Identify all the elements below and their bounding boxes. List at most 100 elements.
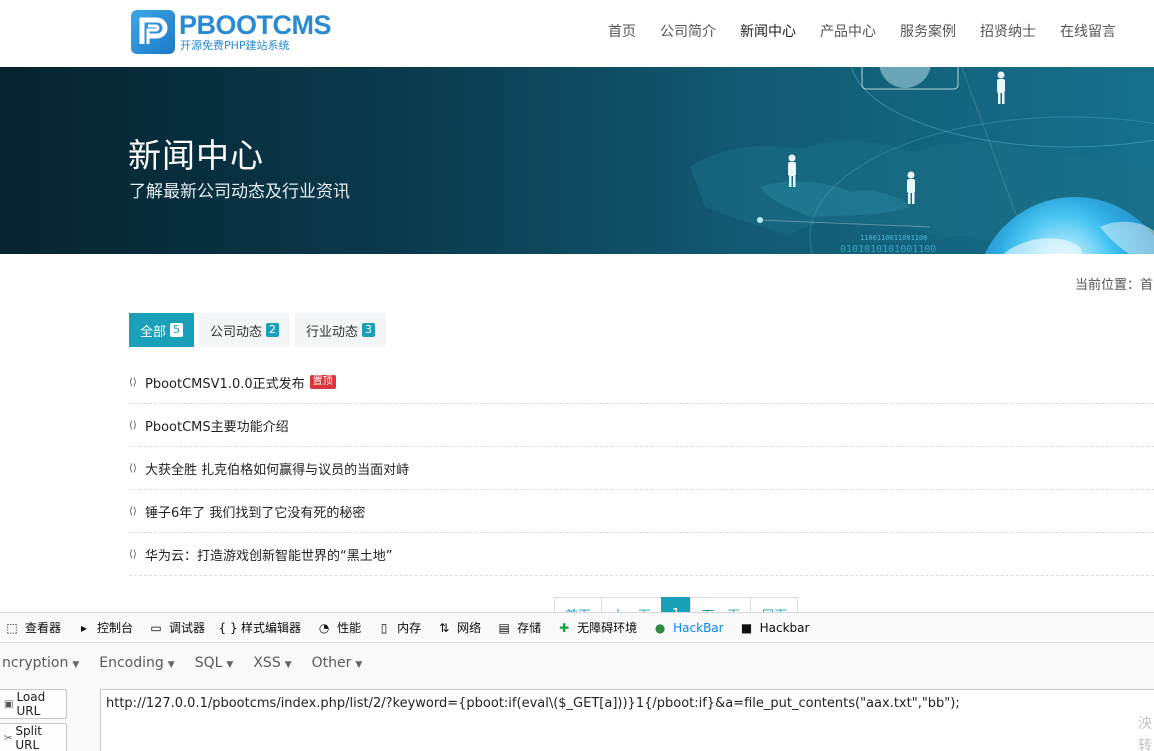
devtools-tabbar: ⬚ 查看器 ▸ 控制台 ▭ 调试器 { } 样式编辑器 ◔ 性能 ▯ 内存 ⇅ 网络 ▤ 存储 ✚ 无障碍环境 ● H… [0,613,1154,643]
performance-icon: ◔ [318,620,330,635]
devtools-tab-7[interactable]: ▤ 存储 [490,613,550,643]
banner: 1100110011001100 0101010101001100 新闻中心 了… [0,67,1154,254]
hackbar-menu: ncryption ▼ Encoding ▼ SQL ▼ XSS ▼ Other ▼ [0,647,372,679]
logo-name: PBOOTCMS [179,10,332,40]
banner-subtitle: 了解最新公司动态及行业资讯 [129,182,350,202]
url-textarea[interactable]: http://127.0.0.1/pbootcms/index.php/list… [100,689,1154,751]
nav-item-6[interactable]: 在线留言 [1048,22,1128,42]
code-arrows-icon: ⟨⟩ [129,376,137,388]
hackbar-menu-label: XSS [253,655,281,671]
devtools-tab-2[interactable]: ▭ 调试器 [142,613,214,643]
devtools-tab-label: 性能 [337,621,362,635]
pinned-badge: 置顶 [309,375,336,389]
category-tab-count-badge: 5 [170,323,184,337]
nav-item-0[interactable]: 首页 [596,22,648,42]
breadcrumb: 当前位置：首 [1075,278,1154,293]
load-url-label: Load URL [16,690,46,718]
devtools-tab-label: 网络 [457,621,482,635]
devtools-tab-0[interactable]: ⬚ 查看器 [0,613,70,643]
site-logo[interactable]: PBOOTCMS 开源免费PHP建站系统 [131,10,332,54]
hackbar-actions: ▣ Load URL ✂ Split URL [0,689,67,751]
hackbar-green-icon: ● [654,620,666,635]
devtools-tab-8[interactable]: ✚ 无障碍环境 [550,613,646,643]
category-tab-label: 公司动态 [210,324,263,340]
devtools-tab-label: 样式编辑器 [241,621,302,635]
site-header: PBOOTCMS 开源免费PHP建站系统 首页 公司简介 新闻中心 产品中心 服务案例招… [0,0,1154,67]
news-list: ⟨⟩ PbootCMSV1.0.0正式发布 置顶 ⟨⟩ PbootCMS主要功能介绍 ⟨⟩… [129,361,1154,576]
split-url-button[interactable]: ✂ Split URL [0,723,67,751]
category-tab-label: 全部 [140,324,167,340]
news-list-item[interactable]: ⟨⟩ PbootCMSV1.0.0正式发布 置顶 [129,361,1154,404]
banner-title: 新闻中心 [128,136,264,175]
hackbar-menu-0[interactable]: ncryption ▼ [0,655,89,671]
category-tab-label: 行业动态 [306,324,359,340]
news-list-item[interactable]: ⟨⟩ PbootCMS主要功能介绍 [129,404,1154,447]
nav-item-4[interactable]: 服务案例 [888,22,968,42]
category-tab-count-badge: 3 [362,323,376,337]
inspector-icon: ⬚ [6,620,18,635]
nav-item-5[interactable]: 招贤纳士 [968,22,1048,42]
binary-text-1: 1100110011001100 [860,234,927,242]
logo-subtitle: 开源免费PHP建站系统 [180,39,290,52]
news-title: 华为云：打造游戏创新智能世界的“黑土地” [145,548,393,564]
side-note: 泱 转 [1138,716,1152,751]
storage-icon: ▤ [498,620,510,635]
logo-mark-icon [131,10,175,54]
style-editor-icon: { } [218,620,238,635]
devtools-tab-label: HackBar [673,620,724,635]
nav-item-3[interactable]: 产品中心 [808,22,888,42]
split-url-icon: ✂ [4,732,13,744]
news-title: PbootCMS主要功能介绍 [145,419,289,435]
devtools-tab-4[interactable]: ◔ 性能 [310,613,370,643]
hackbar-menu-label: Encoding [99,655,164,671]
chevron-down-icon: ▼ [226,660,234,670]
devtools-tab-1[interactable]: ▸ 控制台 [70,613,142,643]
devtools-tab-label: 查看器 [25,621,62,635]
news-list-item[interactable]: ⟨⟩ 锤子6年了 我们找到了它没有死的秘密 [129,490,1154,533]
load-url-button[interactable]: ▣ Load URL [0,689,67,719]
news-title: 大获全胜 扎克伯格如何赢得与议员的当面对峙 [145,462,410,478]
devtools-tab-6[interactable]: ⇅ 网络 [430,613,490,643]
memory-icon: ▯ [380,620,388,635]
devtools-tab-9[interactable]: ● HackBar [646,613,732,643]
hackbar-menu-label: SQL [194,655,223,671]
hackbar-menu-4[interactable]: Other ▼ [302,655,373,671]
hackbar-menu-1[interactable]: Encoding ▼ [89,655,184,671]
nav-item-1[interactable]: 公司简介 [648,22,728,42]
category-tab-0[interactable]: 全部 5 [129,313,195,347]
devtools-tab-label: 内存 [397,621,422,635]
hackbar-lock-icon: ■ [740,620,753,635]
category-tab-count-badge: 2 [266,323,280,337]
accessibility-icon: ✚ [559,620,570,635]
page-root: PBOOTCMS 开源免费PHP建站系统 首页 公司简介 新闻中心 产品中心 服务案例招… [0,0,1154,751]
nav-item-2[interactable]: 新闻中心 [728,22,808,42]
network-icon: ⇅ [439,620,450,635]
chevron-down-icon: ▼ [284,660,292,670]
code-arrows-icon: ⟨⟩ [129,462,137,474]
news-list-item[interactable]: ⟨⟩ 华为云：打造游戏创新智能世界的“黑土地” [129,533,1154,576]
chevron-down-icon: ▼ [167,660,175,670]
devtools-tab-label: 控制台 [97,621,134,635]
code-arrows-icon: ⟨⟩ [129,419,137,431]
news-title: PbootCMSV1.0.0正式发布 [145,376,305,392]
category-tabs: 全部 5 公司动态 2 行业动态 3 [129,313,391,347]
debugger-icon: ▭ [150,620,162,635]
binary-text-2: 0101010101001100 [840,244,936,254]
news-list-item[interactable]: ⟨⟩ 大获全胜 扎克伯格如何赢得与议员的当面对峙 [129,447,1154,490]
hackbar-menu-label: Other [311,655,352,671]
hackbar-menu-label: ncryption [2,655,69,671]
category-tab-2[interactable]: 行业动态 3 [295,313,387,347]
category-tab-1[interactable]: 公司动态 2 [199,313,291,347]
devtools-tab-3[interactable]: { } 样式编辑器 [214,613,310,643]
devtools-tab-label: 存储 [517,621,542,635]
hackbar-menu-3[interactable]: XSS ▼ [243,655,301,671]
load-url-icon: ▣ [4,698,14,710]
split-url-label: Split URL [15,724,42,751]
hackbar-menu-2[interactable]: SQL ▼ [185,655,244,671]
devtools-tab-5[interactable]: ▯ 内存 [370,613,430,643]
chevron-down-icon: ▼ [355,660,363,670]
main-nav: 首页 公司简介 新闻中心 产品中心 服务案例 招贤纳士 在线留言 [596,22,1128,42]
devtools-panel: ⬚ 查看器 ▸ 控制台 ▭ 调试器 { } 样式编辑器 ◔ 性能 ▯ 内存 ⇅ 网络 ▤ 存储 ✚ 无障碍环境 ● H… [0,612,1154,751]
devtools-tab-10[interactable]: ■ Hackbar [733,613,819,643]
devtools-tab-label: Hackbar [759,620,810,635]
